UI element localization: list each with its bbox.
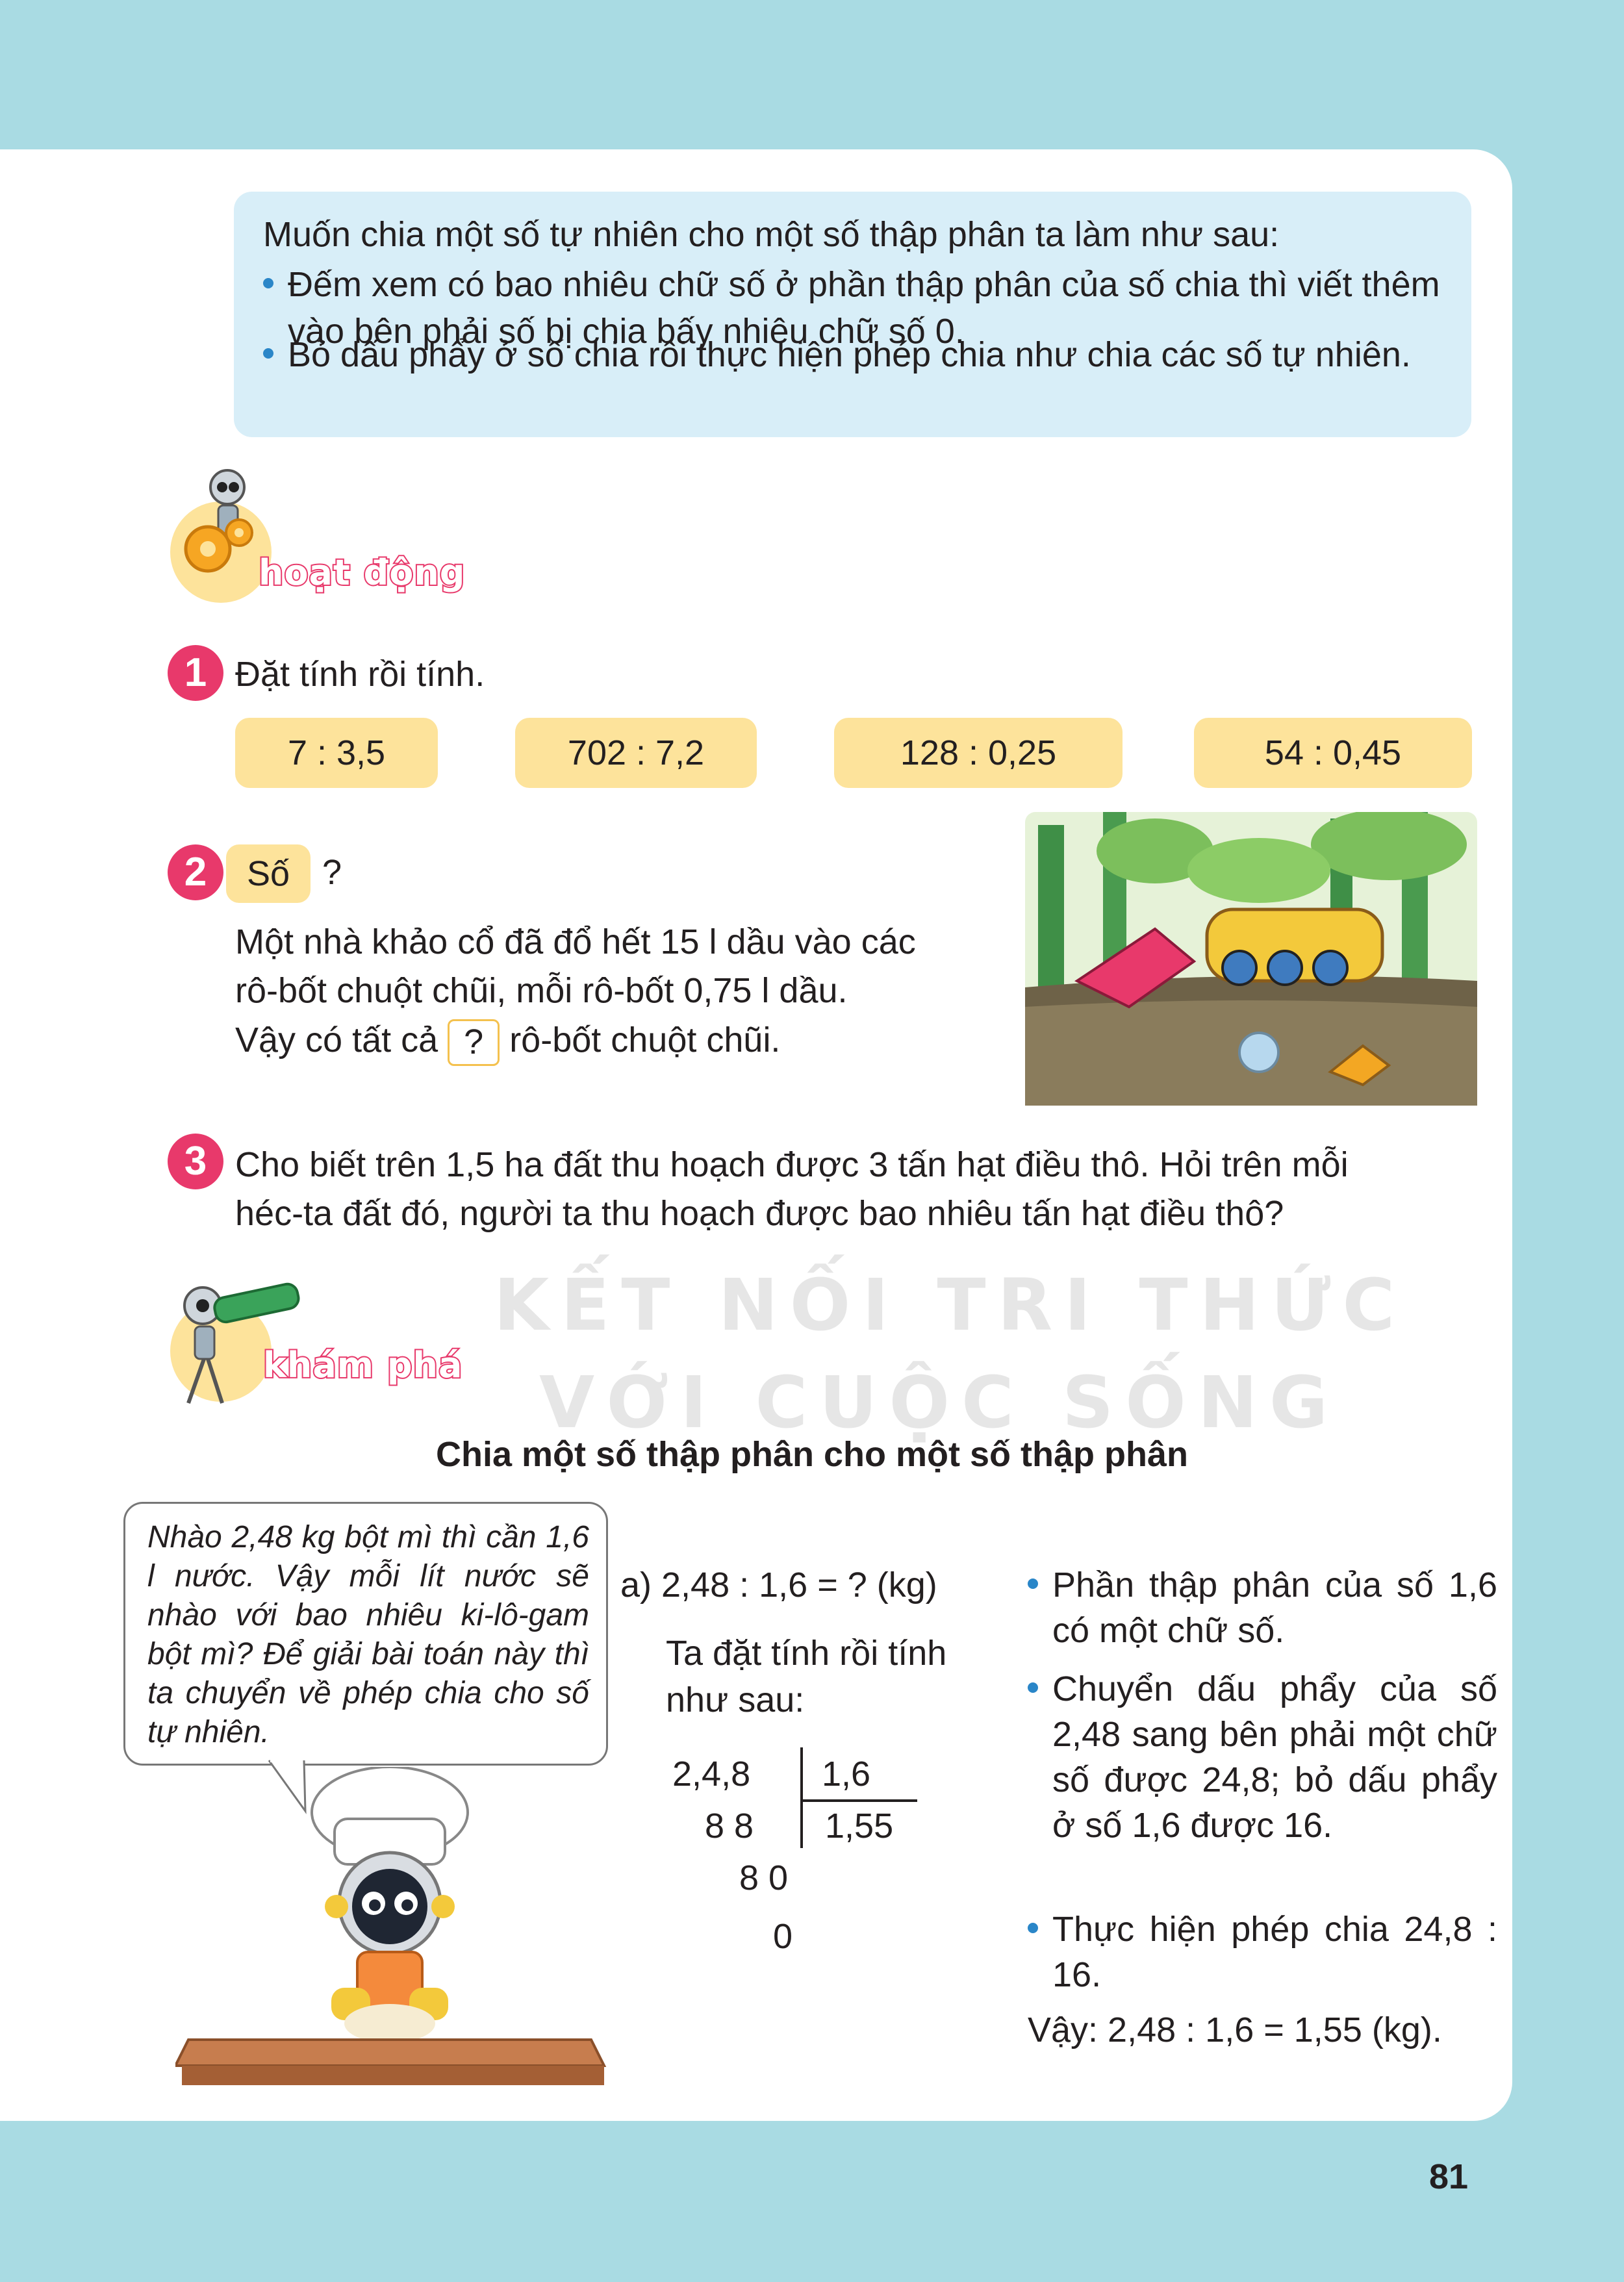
divisor: 1,6 — [822, 1755, 871, 1794]
ex1-item-2: 702 : 7,2 — [515, 718, 757, 788]
page-number: 81 — [1429, 2157, 1469, 2196]
answer-blank[interactable]: ? — [448, 1019, 500, 1066]
setup-line-2: như sau: — [666, 1680, 805, 1719]
exercise-1-number: 1 — [168, 645, 223, 701]
note-3: Thực hiện phép chia 24,8 : 16. — [1028, 1907, 1497, 1997]
conclusion: Vậy: 2,48 : 1,6 = 1,55 (kg). — [1028, 2010, 1442, 2049]
rule-bullet-2: Bỏ dấu phẩy ở số chia rồi thực hiện phép… — [263, 331, 1483, 378]
watermark-line-1: KẾT NỐI TRI THỨC — [494, 1263, 1407, 1347]
ex1-item-4: 54 : 0,45 — [1194, 718, 1472, 788]
note-2: Chuyển dấu phẩy của số 2,48 sang bên phả… — [1028, 1666, 1497, 1848]
ex1-item-1: 7 : 3,5 — [235, 718, 438, 788]
exercise-3-line-2: héc-ta đất đó, người ta thu hoạch được b… — [235, 1194, 1284, 1233]
quotient: 1,55 — [825, 1807, 894, 1845]
bullet-icon — [1028, 1922, 1038, 1933]
watermark-line-2: VỚI CUỘC SỐNG — [539, 1361, 1340, 1444]
rule-box: Muốn chia một số tự nhiên cho một số thậ… — [234, 192, 1471, 437]
bullet-icon — [263, 277, 273, 288]
exercise-2-question-mark: ? — [322, 853, 342, 892]
speech-bubble-text: Nhào 2,48 kg bột mì thì cần 1,6 l nước. … — [147, 1520, 589, 1749]
exercise-2-number: 2 — [168, 844, 223, 900]
speech-bubble: Nhào 2,48 kg bột mì thì cần 1,6 l nước. … — [123, 1502, 608, 1766]
dividend: 2,4,8 — [672, 1755, 751, 1794]
number-tag: Số — [226, 844, 311, 903]
remainder-2: 8 0 — [739, 1858, 789, 1897]
explore-title: khám phá — [262, 1343, 463, 1387]
division-horizontal-line — [800, 1799, 917, 1802]
exercise-1-instruction: Đặt tính rồi tính. — [235, 655, 485, 694]
ex1-item-3: 128 : 0,25 — [834, 718, 1123, 788]
part-a-equation: a) 2,48 : 1,6 = ? (kg) — [620, 1566, 937, 1604]
exercise-3-line-1: Cho biết trên 1,5 ha đất thu hoạch được … — [235, 1145, 1349, 1184]
note-1: Phần thập phân của số 1,6 có một chữ số. — [1028, 1562, 1497, 1653]
remainder-3: 0 — [773, 1917, 793, 1956]
exercise-2-line-1: Một nhà khảo cổ đã đổ hết 15 l dầu vào c… — [235, 922, 916, 961]
mole-robots-illustration — [1025, 812, 1477, 1106]
activity-title: hoạt động — [257, 551, 466, 594]
exercise-2-line-3: Vậy có tất cả ? rô-bốt chuột chũi. — [235, 1017, 780, 1066]
exercise-2-line-2: rô-bốt chuột chũi, mỗi rô-bốt 0,75 l dầu… — [235, 971, 848, 1010]
robot-chef-illustration — [175, 1767, 607, 2085]
remainder-1: 8 8 — [705, 1807, 754, 1845]
exercise-3-number: 3 — [168, 1134, 223, 1189]
bullet-icon — [1028, 1682, 1038, 1693]
setup-line-1: Ta đặt tính rồi tính — [666, 1634, 947, 1673]
bullet-icon — [1028, 1578, 1038, 1589]
rule-intro: Muốn chia một số tự nhiên cho một số thậ… — [263, 215, 1280, 254]
division-vertical-line — [800, 1747, 803, 1848]
lesson-subtitle: Chia một số thập phân cho một số thập ph… — [436, 1435, 1188, 1474]
bullet-icon — [263, 348, 273, 359]
